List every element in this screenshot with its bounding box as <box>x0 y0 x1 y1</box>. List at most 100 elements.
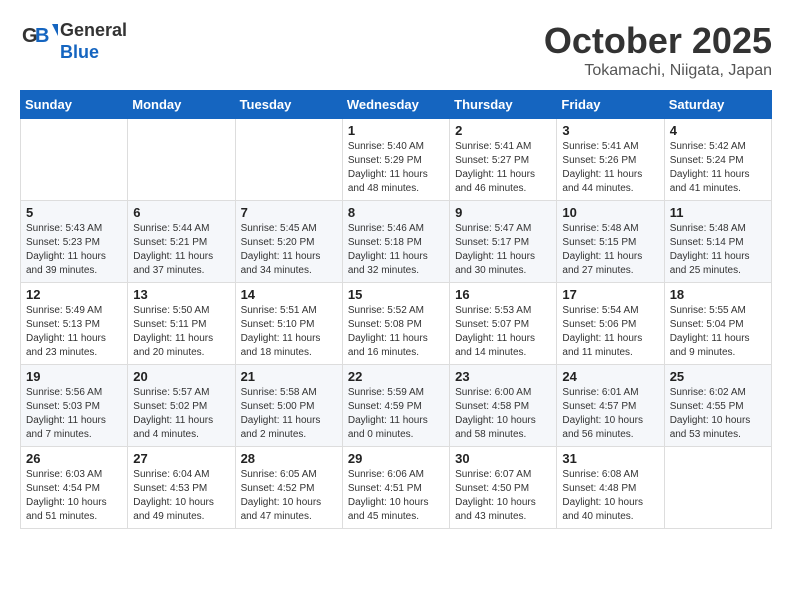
calendar-cell: 14 Sunrise: 5:51 AM Sunset: 5:10 PM Dayli… <box>235 283 342 365</box>
day-number: 25 <box>670 369 766 384</box>
day-info: Sunrise: 5:41 AM Sunset: 5:26 PM Dayligh… <box>562 140 658 196</box>
calendar-cell: 31 Sunrise: 6:08 AM Sunset: 4:48 PM Dayli… <box>557 447 664 529</box>
day-info: Sunrise: 5:49 AM Sunset: 5:13 PM Dayligh… <box>26 304 122 360</box>
title-block: October 2025 Tokamachi, Niigata, Japan <box>544 20 772 80</box>
day-info: Sunrise: 6:02 AM Sunset: 4:55 PM Dayligh… <box>670 386 766 442</box>
day-info: Sunrise: 6:01 AM Sunset: 4:57 PM Dayligh… <box>562 386 658 442</box>
day-info: Sunrise: 5:48 AM Sunset: 5:14 PM Dayligh… <box>670 222 766 278</box>
day-info: Sunrise: 6:06 AM Sunset: 4:51 PM Dayligh… <box>348 468 444 524</box>
calendar-cell: 1 Sunrise: 5:40 AM Sunset: 5:29 PM Daylig… <box>342 119 449 201</box>
day-info: Sunrise: 6:03 AM Sunset: 4:54 PM Dayligh… <box>26 468 122 524</box>
calendar-cell: 27 Sunrise: 6:04 AM Sunset: 4:53 PM Dayli… <box>128 447 235 529</box>
day-info: Sunrise: 5:41 AM Sunset: 5:27 PM Dayligh… <box>455 140 551 196</box>
calendar-cell: 25 Sunrise: 6:02 AM Sunset: 4:55 PM Dayli… <box>664 365 771 447</box>
calendar-cell: 22 Sunrise: 5:59 AM Sunset: 4:59 PM Dayli… <box>342 365 449 447</box>
day-info: Sunrise: 6:04 AM Sunset: 4:53 PM Dayligh… <box>133 468 229 524</box>
calendar-week-1: 1 Sunrise: 5:40 AM Sunset: 5:29 PM Daylig… <box>21 119 772 201</box>
calendar-cell: 29Sunrise: 6:06 AM Sunset: 4:51 PM Dayli… <box>342 447 449 529</box>
logo-line2: Blue <box>60 42 127 64</box>
day-info: Sunrise: 5:59 AM Sunset: 4:59 PM Dayligh… <box>348 386 444 442</box>
day-number: 7 <box>241 205 337 220</box>
calendar-cell: 18 Sunrise: 5:55 AM Sunset: 5:04 PM Dayli… <box>664 283 771 365</box>
day-info: Sunrise: 5:52 AM Sunset: 5:08 PM Dayligh… <box>348 304 444 360</box>
calendar-cell: 5 Sunrise: 5:43 AM Sunset: 5:23 PM Daylig… <box>21 201 128 283</box>
day-number: 12 <box>26 287 122 302</box>
column-header-wednesday: Wednesday <box>342 91 449 119</box>
calendar-cell <box>21 119 128 201</box>
day-number: 4 <box>670 123 766 138</box>
day-info: Sunrise: 5:55 AM Sunset: 5:04 PM Dayligh… <box>670 304 766 360</box>
day-number: 6 <box>133 205 229 220</box>
calendar-cell: 4 Sunrise: 5:42 AM Sunset: 5:24 PM Daylig… <box>664 119 771 201</box>
day-number: 24 <box>562 369 658 384</box>
day-number: 23 <box>455 369 551 384</box>
day-info: Sunrise: 6:05 AM Sunset: 4:52 PM Dayligh… <box>241 468 337 524</box>
day-number: 27 <box>133 451 229 466</box>
calendar-cell: 6 Sunrise: 5:44 AM Sunset: 5:21 PM Daylig… <box>128 201 235 283</box>
calendar-cell: 20Sunrise: 5:57 AM Sunset: 5:02 PM Dayli… <box>128 365 235 447</box>
calendar-cell: 9 Sunrise: 5:47 AM Sunset: 5:17 PM Daylig… <box>450 201 557 283</box>
logo-line1: General <box>60 20 127 42</box>
column-header-tuesday: Tuesday <box>235 91 342 119</box>
calendar-cell: 15Sunrise: 5:52 AM Sunset: 5:08 PM Dayli… <box>342 283 449 365</box>
calendar-cell: 23Sunrise: 6:00 AM Sunset: 4:58 PM Dayli… <box>450 365 557 447</box>
day-info: Sunrise: 5:47 AM Sunset: 5:17 PM Dayligh… <box>455 222 551 278</box>
calendar-week-5: 26 Sunrise: 6:03 AM Sunset: 4:54 PM Dayli… <box>21 447 772 529</box>
column-header-monday: Monday <box>128 91 235 119</box>
day-info: Sunrise: 5:50 AM Sunset: 5:11 PM Dayligh… <box>133 304 229 360</box>
calendar-cell: 13 Sunrise: 5:50 AM Sunset: 5:11 PM Dayli… <box>128 283 235 365</box>
day-info: Sunrise: 5:48 AM Sunset: 5:15 PM Dayligh… <box>562 222 658 278</box>
calendar-cell: 26 Sunrise: 6:03 AM Sunset: 4:54 PM Dayli… <box>21 447 128 529</box>
calendar-cell: 8Sunrise: 5:46 AM Sunset: 5:18 PM Daylig… <box>342 201 449 283</box>
calendar-cell <box>235 119 342 201</box>
day-number: 11 <box>670 205 766 220</box>
day-number: 22 <box>348 369 444 384</box>
day-number: 30 <box>455 451 551 466</box>
calendar-cell: 3Sunrise: 5:41 AM Sunset: 5:26 PM Daylig… <box>557 119 664 201</box>
calendar-cell: 12 Sunrise: 5:49 AM Sunset: 5:13 PM Dayli… <box>21 283 128 365</box>
calendar-cell: 17 Sunrise: 5:54 AM Sunset: 5:06 PM Dayli… <box>557 283 664 365</box>
location: Tokamachi, Niigata, Japan <box>544 62 772 80</box>
day-info: Sunrise: 5:53 AM Sunset: 5:07 PM Dayligh… <box>455 304 551 360</box>
calendar-cell: 28 Sunrise: 6:05 AM Sunset: 4:52 PM Dayli… <box>235 447 342 529</box>
column-header-friday: Friday <box>557 91 664 119</box>
day-number: 19 <box>26 369 122 384</box>
day-number: 9 <box>455 205 551 220</box>
calendar-week-4: 19 Sunrise: 5:56 AM Sunset: 5:03 PM Dayli… <box>21 365 772 447</box>
day-info: Sunrise: 5:43 AM Sunset: 5:23 PM Dayligh… <box>26 222 122 278</box>
day-number: 18 <box>670 287 766 302</box>
calendar-cell: 19 Sunrise: 5:56 AM Sunset: 5:03 PM Dayli… <box>21 365 128 447</box>
calendar-cell: 21Sunrise: 5:58 AM Sunset: 5:00 PM Dayli… <box>235 365 342 447</box>
day-info: Sunrise: 5:40 AM Sunset: 5:29 PM Dayligh… <box>348 140 444 196</box>
column-header-thursday: Thursday <box>450 91 557 119</box>
day-info: Sunrise: 5:44 AM Sunset: 5:21 PM Dayligh… <box>133 222 229 278</box>
day-number: 1 <box>348 123 444 138</box>
day-number: 20 <box>133 369 229 384</box>
day-number: 10 <box>562 205 658 220</box>
day-number: 31 <box>562 451 658 466</box>
day-info: Sunrise: 5:46 AM Sunset: 5:18 PM Dayligh… <box>348 222 444 278</box>
day-number: 16 <box>455 287 551 302</box>
calendar-cell: 16 Sunrise: 5:53 AM Sunset: 5:07 PM Dayli… <box>450 283 557 365</box>
day-info: Sunrise: 5:42 AM Sunset: 5:24 PM Dayligh… <box>670 140 766 196</box>
logo: G B General Blue <box>20 20 127 63</box>
month-title: October 2025 <box>544 20 772 62</box>
day-info: Sunrise: 5:54 AM Sunset: 5:06 PM Dayligh… <box>562 304 658 360</box>
day-info: Sunrise: 6:08 AM Sunset: 4:48 PM Dayligh… <box>562 468 658 524</box>
day-number: 5 <box>26 205 122 220</box>
day-number: 14 <box>241 287 337 302</box>
day-info: Sunrise: 5:45 AM Sunset: 5:20 PM Dayligh… <box>241 222 337 278</box>
day-info: Sunrise: 5:51 AM Sunset: 5:10 PM Dayligh… <box>241 304 337 360</box>
calendar-cell: 11 Sunrise: 5:48 AM Sunset: 5:14 PM Dayli… <box>664 201 771 283</box>
day-number: 13 <box>133 287 229 302</box>
calendar-header-row: SundayMondayTuesdayWednesdayThursdayFrid… <box>21 91 772 119</box>
calendar-cell: 7 Sunrise: 5:45 AM Sunset: 5:20 PM Daylig… <box>235 201 342 283</box>
column-header-sunday: Sunday <box>21 91 128 119</box>
day-number: 17 <box>562 287 658 302</box>
day-number: 26 <box>26 451 122 466</box>
column-header-saturday: Saturday <box>664 91 771 119</box>
day-info: Sunrise: 5:56 AM Sunset: 5:03 PM Dayligh… <box>26 386 122 442</box>
day-number: 28 <box>241 451 337 466</box>
day-number: 2 <box>455 123 551 138</box>
day-number: 21 <box>241 369 337 384</box>
